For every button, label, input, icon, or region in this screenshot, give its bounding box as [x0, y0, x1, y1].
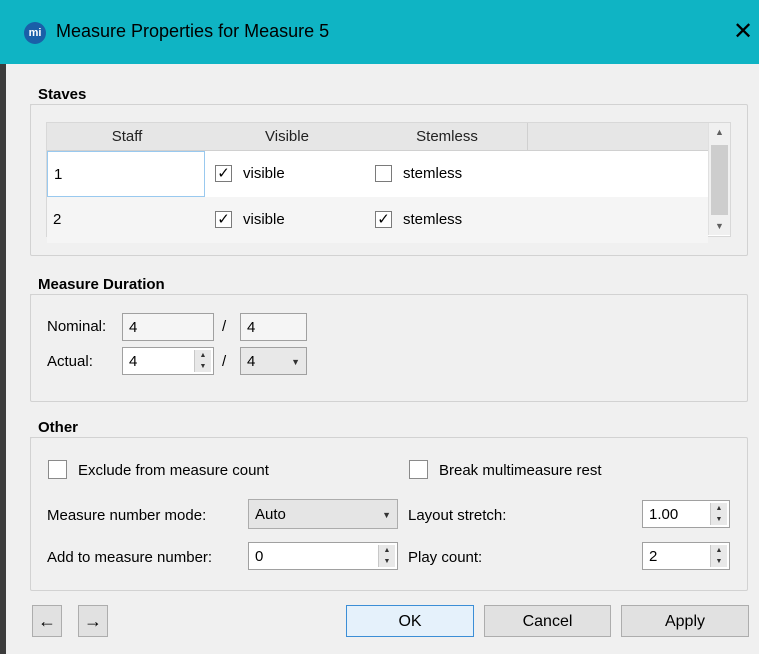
visible-checkbox[interactable]: ✓	[215, 211, 232, 228]
measure-number-mode-label: Measure number mode:	[47, 507, 207, 524]
nominal-separator: /	[222, 318, 227, 335]
column-header-visible[interactable]: Visible	[207, 123, 368, 150]
stemless-label: stemless	[403, 165, 463, 182]
layout-stretch-spinner[interactable]: ▲ ▼	[710, 503, 727, 525]
nominal-denominator-field: 4	[240, 313, 307, 341]
measure-number-mode-value[interactable]: Auto	[255, 506, 286, 523]
actual-denominator-value[interactable]: 4	[247, 353, 255, 370]
table-header: Staff Visible Stemless	[47, 123, 708, 151]
spin-up-icon[interactable]: ▲	[711, 503, 727, 514]
staff-cell[interactable]: 2	[53, 197, 61, 243]
nominal-numerator-field: 4	[122, 313, 214, 341]
title-bar: mi Measure Properties for Measure 5 ✕	[0, 0, 759, 64]
close-button[interactable]: ✕	[728, 14, 758, 50]
measure-number-mode-dropdown[interactable]: Auto ▼	[248, 499, 398, 529]
table-scrollbar[interactable]: ▲ ▼	[708, 123, 730, 235]
exclude-label[interactable]: Exclude from measure count	[78, 462, 269, 479]
previous-measure-button[interactable]: ←	[32, 605, 62, 637]
play-count-spinner[interactable]: ▲ ▼	[710, 545, 727, 567]
table-row[interactable]: 2 ✓ visible ✓ stemless	[47, 197, 708, 243]
actual-label: Actual:	[47, 353, 93, 370]
column-header-staff[interactable]: Staff	[47, 123, 208, 150]
add-to-measure-number-spinbox[interactable]: 0 ▲ ▼	[248, 542, 398, 570]
scroll-down-arrow-icon[interactable]: ▼	[709, 217, 730, 235]
app-icon: mi	[24, 22, 46, 44]
visible-label: visible	[243, 165, 285, 182]
arrow-right-icon: →	[84, 611, 102, 631]
break-rest-checkbox[interactable]	[409, 460, 428, 479]
spin-down-icon[interactable]: ▼	[379, 556, 395, 567]
column-header-stemless[interactable]: Stemless	[367, 123, 528, 150]
spin-up-icon[interactable]: ▲	[711, 545, 727, 556]
stemless-checkbox[interactable]	[375, 165, 392, 182]
layout-stretch-label: Layout stretch:	[408, 507, 507, 524]
spin-up-icon[interactable]: ▲	[195, 350, 211, 361]
layout-stretch-value[interactable]: 1.00	[649, 506, 678, 523]
staff-cell[interactable]: 1	[47, 151, 205, 197]
exclude-checkbox[interactable]	[48, 460, 67, 479]
actual-denominator-dropdown[interactable]: 4 ▼	[240, 347, 307, 375]
stemless-checkbox[interactable]: ✓	[375, 211, 392, 228]
staves-table: Staff Visible Stemless 1 ✓ visible steml…	[46, 122, 731, 243]
arrow-left-icon: ←	[38, 611, 56, 631]
chevron-down-icon[interactable]: ▼	[291, 348, 300, 376]
window-edge	[0, 64, 6, 654]
spin-down-icon[interactable]: ▼	[711, 556, 727, 567]
chevron-down-icon[interactable]: ▼	[382, 500, 391, 530]
apply-button[interactable]: Apply	[621, 605, 749, 637]
play-count-value[interactable]: 2	[649, 548, 657, 565]
nominal-label: Nominal:	[47, 318, 107, 335]
cancel-button[interactable]: Cancel	[484, 605, 611, 637]
play-count-label: Play count:	[408, 549, 483, 566]
spin-down-icon[interactable]: ▼	[711, 514, 727, 525]
next-measure-button[interactable]: →	[78, 605, 108, 637]
actual-numerator-value[interactable]: 4	[129, 353, 137, 370]
duration-heading: Measure Duration	[38, 276, 165, 293]
actual-numerator-spinner[interactable]: ▲ ▼	[194, 350, 211, 372]
spin-up-icon[interactable]: ▲	[379, 545, 395, 556]
visible-label: visible	[243, 211, 285, 228]
staves-heading: Staves	[38, 86, 87, 103]
play-count-spinbox[interactable]: 2 ▲ ▼	[642, 542, 730, 570]
scroll-thumb[interactable]	[711, 145, 728, 215]
actual-numerator-spinbox[interactable]: 4 ▲ ▼	[122, 347, 214, 375]
add-to-measure-number-value[interactable]: 0	[255, 548, 263, 565]
scroll-up-arrow-icon[interactable]: ▲	[709, 123, 730, 141]
add-to-measure-number-label: Add to measure number:	[47, 549, 213, 566]
table-row[interactable]: 1 ✓ visible stemless	[47, 151, 708, 197]
actual-separator: /	[222, 353, 227, 370]
break-rest-label[interactable]: Break multimeasure rest	[439, 462, 602, 479]
layout-stretch-spinbox[interactable]: 1.00 ▲ ▼	[642, 500, 730, 528]
add-to-measure-number-spinner[interactable]: ▲ ▼	[378, 545, 395, 567]
ok-button[interactable]: OK	[346, 605, 474, 637]
spin-down-icon[interactable]: ▼	[195, 361, 211, 372]
window-title: Measure Properties for Measure 5	[56, 21, 330, 41]
visible-checkbox[interactable]: ✓	[215, 165, 232, 182]
other-heading: Other	[38, 419, 79, 436]
stemless-label: stemless	[403, 211, 463, 228]
